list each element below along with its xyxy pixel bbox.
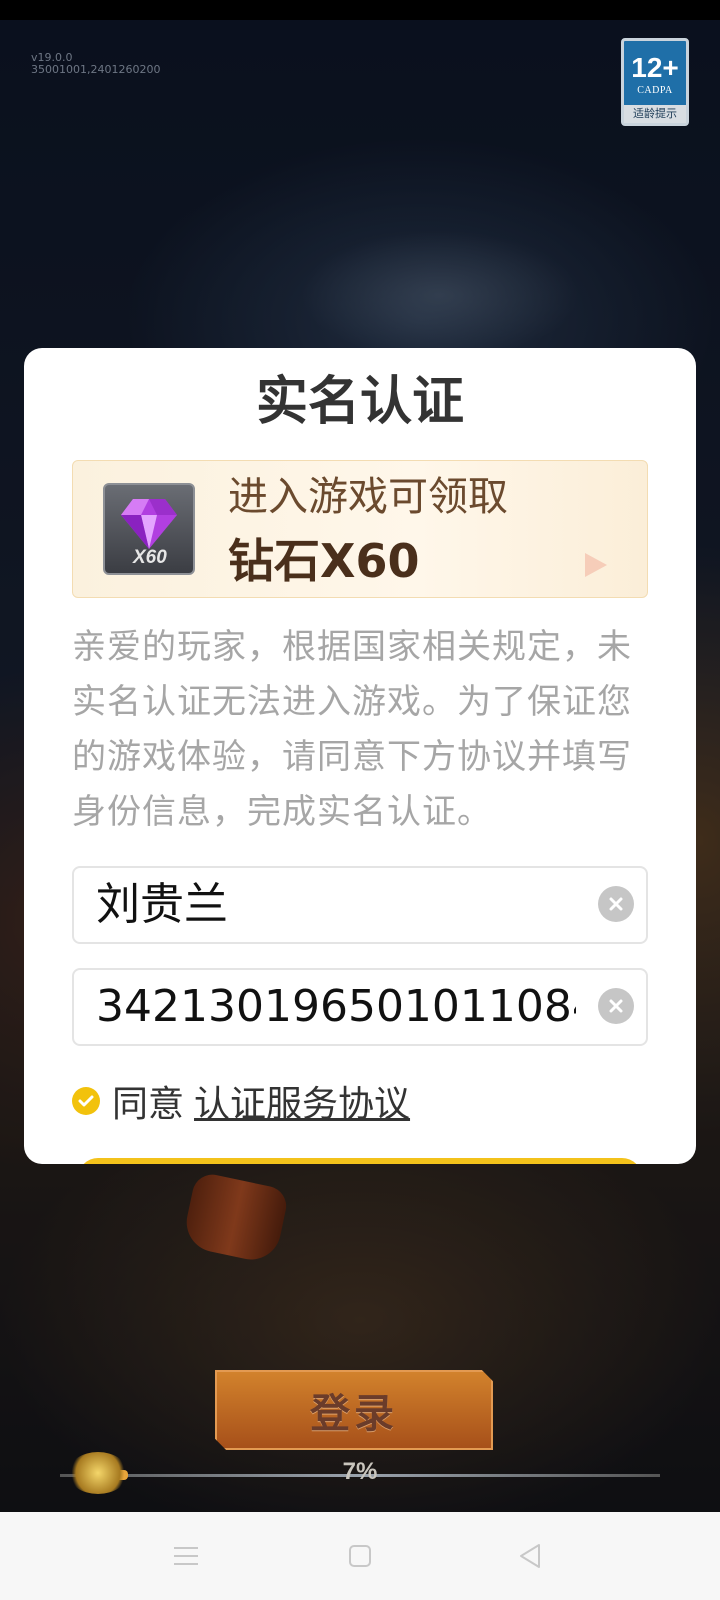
agreement-link[interactable]: 认证服务协议 (194, 1075, 410, 1127)
age-rating-org: CADPA (637, 85, 673, 96)
agree-checkbox-icon[interactable] (72, 1087, 100, 1115)
name-field-value: 刘贵兰 (96, 879, 228, 930)
system-nav-bar (0, 1512, 720, 1600)
loading-progress-bar: 7% (20, 1452, 700, 1494)
clear-name-icon[interactable] (598, 886, 634, 922)
build-number: 35001001,2401260200 (31, 63, 161, 76)
realname-verification-dialog: 实名认证 X60 进入游戏可领取 钻石X60 亲爱的玩家，根据国家相关规定，未实… (24, 348, 696, 1164)
diamond-reward-tile: X60 (103, 483, 195, 575)
name-field[interactable]: 刘贵兰 (72, 866, 648, 944)
notice-text: 亲爱的玩家，根据国家相关规定，未实名认证无法进入游戏。为了保证您的游戏体验，请同… (72, 627, 632, 832)
back-icon[interactable] (514, 1540, 546, 1572)
reward-banner: X60 进入游戏可领取 钻石X60 (72, 460, 648, 598)
dialog-title: 实名认证 (255, 372, 464, 432)
age-rating-tip: 适龄提示 (624, 105, 686, 123)
login-button-label: 登录 (310, 1391, 398, 1437)
login-button[interactable]: 登录 (215, 1370, 493, 1450)
menu-icon[interactable] (170, 1540, 202, 1572)
agree-label[interactable]: 同意 (112, 1075, 184, 1127)
age-rating-badge: 12+ CADPA 适龄提示 (621, 38, 689, 126)
home-icon[interactable] (344, 1540, 376, 1572)
clear-id-icon[interactable] (598, 988, 634, 1024)
id-number-field[interactable]: 342130196501011084 (72, 968, 648, 1046)
age-rating-number: 12+ (631, 52, 679, 83)
id-number-field-value: 342130196501011084 (96, 981, 576, 1032)
progress-percent: 7% (342, 1458, 378, 1485)
reward-amount: 钻石X60 (228, 534, 420, 588)
version-info: v19.0.0 35001001,2401260200 (31, 52, 160, 76)
diamond-quantity: X60 (133, 547, 167, 568)
play-triangle-decoration (585, 553, 607, 577)
reward-caption: 进入游戏可领取 (228, 474, 508, 520)
status-bar (0, 0, 720, 20)
agreement-row: 同意 认证服务协议 (72, 1075, 410, 1127)
diamond-icon (121, 499, 177, 549)
confirm-button[interactable] (78, 1158, 642, 1164)
